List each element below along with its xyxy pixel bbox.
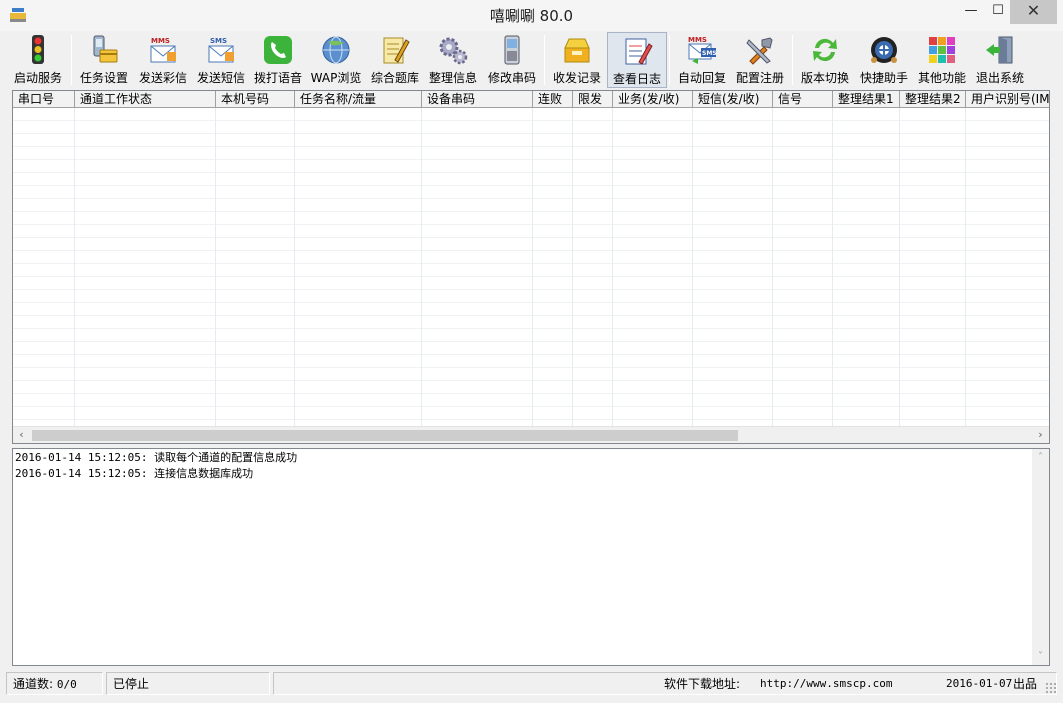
wap-browse-button[interactable]: WAP浏览	[307, 32, 365, 88]
toolbar-label: 任务设置	[79, 71, 128, 85]
column-header[interactable]: 设备串码	[422, 91, 533, 107]
sms-envelope-icon: SMS	[208, 37, 234, 63]
phone-call-icon	[264, 36, 292, 64]
column-header[interactable]: 信号	[773, 91, 833, 107]
toolbar-label: 启动服务	[13, 71, 62, 85]
toolbar-label: 版本切换	[800, 71, 849, 85]
toolbar-label: 快捷助手	[859, 71, 908, 85]
service-state: 已停止	[113, 677, 150, 691]
scroll-up-icon[interactable]: ˄	[1032, 449, 1049, 466]
grid-header: 串口号 通道工作状态 本机号码 任务名称/流量 设备串码 连败 限发 业务(发/…	[13, 91, 1049, 108]
lifebuoy-icon	[871, 37, 897, 63]
download-label: 软件下载地址:	[664, 677, 741, 691]
inbox-tray-icon	[564, 38, 590, 63]
tools-icon	[746, 37, 773, 65]
horizontal-scrollbar[interactable]: ‹ ›	[13, 426, 1049, 443]
send-mms-button[interactable]: MMS 发送彩信	[135, 32, 191, 88]
close-button[interactable]: ✕	[1010, 0, 1057, 24]
organize-info-button[interactable]: 整理信息	[425, 32, 481, 88]
quick-assistant-button[interactable]: 快捷助手	[855, 32, 913, 88]
scroll-down-icon[interactable]: ˅	[1032, 648, 1049, 665]
task-settings-button[interactable]: 任务设置	[76, 32, 132, 88]
toolbar-label: 其他功能	[917, 71, 966, 85]
channel-grid[interactable]: 串口号 通道工作状态 本机号码 任务名称/流量 设备串码 连败 限发 业务(发/…	[12, 90, 1050, 444]
column-header[interactable]: 本机号码	[216, 91, 295, 107]
toolbar-label: 整理信息	[428, 71, 477, 85]
version-switch-button[interactable]: 版本切换	[796, 32, 854, 88]
mms-sms-reply-icon: MMS SMS	[688, 36, 717, 64]
svg-text:MMS: MMS	[151, 37, 170, 45]
channel-count-value: 0/0	[56, 678, 77, 691]
minimize-button[interactable]: —	[956, 0, 986, 24]
toolbar-label: 自动回复	[677, 71, 726, 85]
column-header[interactable]: 业务(发/收)	[613, 91, 693, 107]
auto-reply-button[interactable]: MMS SMS 自动回复	[673, 32, 731, 88]
toolbar-label: 配置注册	[735, 71, 784, 85]
release-date: 2016-01-07	[946, 677, 1013, 690]
vertical-scrollbar[interactable]: ˄ ˅	[1032, 449, 1049, 665]
status-bar: 通道数: 0/0 已停止 软件下载地址: http://www.smscp.co…	[4, 672, 1059, 696]
send-sms-button[interactable]: SMS 发送短信	[193, 32, 249, 88]
download-url: http://www.smscp.com	[760, 677, 893, 690]
column-header[interactable]: 用户识别号(IM	[966, 91, 1049, 107]
notepad-pencil-icon	[383, 37, 410, 64]
main-toolbar: 启动服务 任务设置 MMS 发送彩信 SMS 发送短信 拨打语音 WAP浏览 综…	[4, 32, 1059, 88]
toolbar-label: WAP浏览	[310, 71, 362, 85]
svg-text:MMS: MMS	[688, 36, 707, 44]
window-title: 嘻唰唰 80.0	[489, 7, 574, 25]
toolbar-label: 修改串码	[487, 71, 536, 85]
refresh-arrows-icon	[813, 38, 837, 62]
column-header[interactable]: 整理结果2	[900, 91, 966, 107]
scroll-right-icon[interactable]: ›	[1032, 427, 1049, 443]
svg-text:SMS: SMS	[210, 37, 227, 45]
channel-count-panel: 通道数: 0/0	[6, 672, 103, 695]
config-register-button[interactable]: 配置注册	[731, 32, 789, 88]
color-grid-icon	[929, 37, 955, 63]
toolbar-label: 收发记录	[552, 71, 601, 85]
toolbar-label: 综合题库	[370, 71, 419, 85]
exit-door-icon	[986, 36, 1013, 64]
release-suffix: 出品	[1013, 677, 1038, 691]
svg-text:SMS: SMS	[702, 50, 717, 57]
mms-envelope-icon: MMS	[150, 37, 176, 63]
question-bank-button[interactable]: 综合题库	[366, 32, 424, 88]
service-state-panel: 已停止	[106, 672, 270, 695]
toolbar-label: 查看日志	[612, 72, 661, 86]
column-header[interactable]: 短信(发/收)	[693, 91, 773, 107]
info-panel: 软件下载地址: http://www.smscp.com 2016-01-07 …	[273, 672, 1057, 695]
toolbar-label: 发送彩信	[138, 71, 187, 85]
column-header[interactable]: 限发	[573, 91, 613, 107]
voice-call-button[interactable]: 拨打语音	[250, 32, 306, 88]
view-log-button[interactable]: 查看日志	[607, 32, 667, 88]
gears-icon	[439, 37, 468, 65]
traffic-light-icon	[32, 35, 44, 64]
other-functions-button[interactable]: 其他功能	[913, 32, 971, 88]
column-header[interactable]: 连败	[533, 91, 573, 107]
globe-icon	[322, 36, 350, 64]
channel-count-label: 通道数:	[13, 677, 54, 691]
phone-card-icon	[93, 35, 118, 63]
column-header[interactable]: 串口号	[13, 91, 75, 107]
toolbar-label: 拨打语音	[253, 71, 302, 85]
toolbar-label: 退出系统	[975, 71, 1024, 85]
maximize-button[interactable]: ☐	[983, 0, 1013, 24]
exit-system-button[interactable]: 退出系统	[971, 32, 1029, 88]
scroll-thumb[interactable]	[32, 430, 738, 441]
column-header[interactable]: 任务名称/流量	[295, 91, 422, 107]
column-header[interactable]: 通道工作状态	[75, 91, 216, 107]
mobile-phone-icon	[504, 35, 520, 65]
title-bar: 嘻唰唰 80.0 — ☐ ✕	[0, 0, 1063, 31]
modify-imei-button[interactable]: 修改串码	[483, 32, 541, 88]
send-receive-log-button[interactable]: 收发记录	[548, 32, 606, 88]
log-notebook-icon	[625, 38, 653, 65]
log-panel[interactable]: 2016-01-14 15:12:05: 读取每个通道的配置信息成功 2016-…	[12, 448, 1050, 666]
resize-grip-icon[interactable]	[1045, 682, 1057, 694]
log-line: 2016-01-14 15:12:05: 读取每个通道的配置信息成功	[15, 451, 298, 464]
scroll-left-icon[interactable]: ‹	[13, 427, 30, 443]
column-header[interactable]: 整理结果1	[833, 91, 900, 107]
toolbar-label: 发送短信	[196, 71, 245, 85]
log-line: 2016-01-14 15:12:05: 连接信息数据库成功	[15, 467, 254, 480]
start-service-button[interactable]: 启动服务	[8, 32, 68, 88]
